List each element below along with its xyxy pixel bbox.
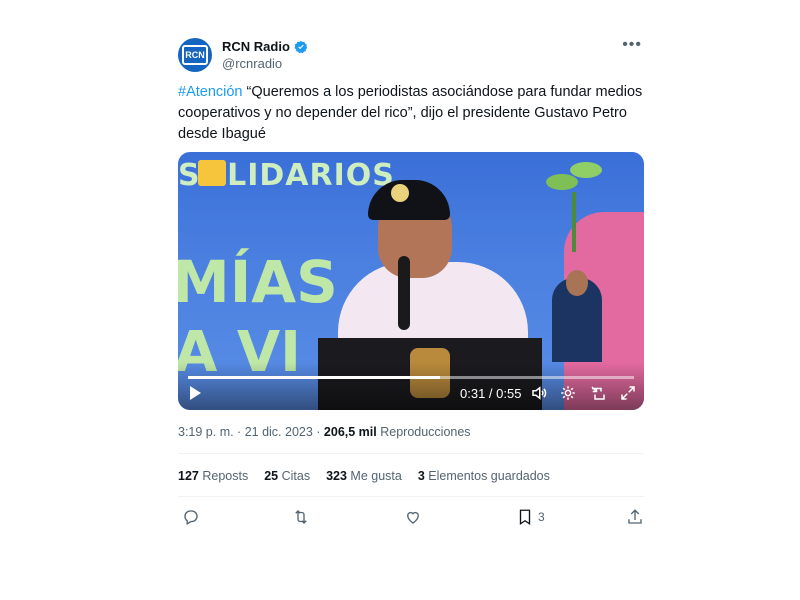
share-button[interactable]	[626, 508, 644, 526]
volume-icon[interactable]	[530, 384, 548, 402]
video-controls: 0:31 / 0:55	[178, 362, 644, 410]
reply-icon	[184, 510, 198, 525]
meta-separator: ·	[312, 425, 324, 439]
post-text: #Atención “Queremos a los periodistas as…	[178, 82, 644, 145]
avatar[interactable]: RCN	[178, 38, 212, 72]
display-name[interactable]: RCN Radio	[222, 39, 290, 54]
minimize-player-icon[interactable]	[589, 384, 607, 402]
broadcaster-logo-icon	[198, 160, 226, 186]
sign-interpreter-head	[566, 270, 588, 296]
verified-badge-icon	[294, 40, 308, 53]
likes-label: Me gusta	[350, 469, 402, 483]
fullscreen-icon[interactable]	[619, 384, 637, 402]
like-button[interactable]	[404, 508, 422, 526]
timestamp[interactable]: 3:19 p. m. · 21 dic. 2023	[178, 425, 313, 439]
plant-graphic	[546, 162, 602, 252]
hashtag-link[interactable]: #Atención	[178, 84, 243, 100]
play-icon[interactable]	[190, 386, 201, 400]
views-label: Reproducciones	[376, 425, 471, 439]
reposts-label: Reposts	[202, 469, 249, 483]
progress-bar[interactable]	[188, 376, 634, 379]
time-display: 0:31 / 0:55	[460, 386, 522, 401]
author-handle[interactable]: @rcnradio	[222, 56, 282, 71]
action-bar: 3	[178, 508, 644, 528]
quotes-label: Citas	[281, 469, 311, 483]
reply-button[interactable]	[182, 508, 200, 526]
likes-stat[interactable]: 323 Me gusta	[326, 469, 402, 483]
post-body: “Queremos a los periodistas asociándose …	[178, 84, 643, 142]
reposts-count: 127	[178, 469, 199, 483]
video-player[interactable]: SOLIDARIOS MÍAS A VI 0:31 / 0:55	[178, 152, 644, 410]
views-count: 206,5 mil	[323, 425, 377, 439]
bookmark-count: 3	[538, 510, 545, 524]
cap-badge	[391, 184, 409, 202]
repost-icon	[295, 510, 307, 524]
quotes-count: 25	[264, 469, 279, 483]
bookmarks-stat[interactable]: 3 Elementos guardados	[418, 469, 550, 483]
repost-button[interactable]	[292, 508, 310, 526]
likes-count: 323	[326, 469, 347, 483]
settings-gear-icon[interactable]	[559, 384, 577, 402]
rcn-logo-icon: RCN	[182, 45, 208, 65]
bookmark-button[interactable]: 3	[516, 508, 545, 526]
microphone	[398, 256, 410, 330]
video-banner-mid: MÍAS	[178, 248, 338, 316]
bookmarks-label: Elementos guardados	[428, 469, 550, 483]
divider	[178, 453, 644, 454]
reposts-stat[interactable]: 127 Reposts	[178, 469, 248, 483]
bookmark-icon	[519, 509, 531, 526]
share-icon	[628, 509, 642, 524]
progress-fill	[188, 376, 440, 379]
post-meta: 3:19 p. m. · 21 dic. 2023 · 206,5 mil Re…	[178, 425, 471, 439]
more-options-icon[interactable]: •••	[622, 36, 642, 54]
divider	[178, 496, 644, 497]
author-name-row[interactable]: RCN Radio	[222, 39, 308, 54]
quotes-stat[interactable]: 25 Citas	[264, 469, 310, 483]
heart-icon	[407, 511, 419, 524]
bookmarks-count: 3	[417, 469, 425, 483]
engagement-stats: 127 Reposts 25 Citas 323 Me gusta 3 Elem…	[178, 469, 550, 483]
